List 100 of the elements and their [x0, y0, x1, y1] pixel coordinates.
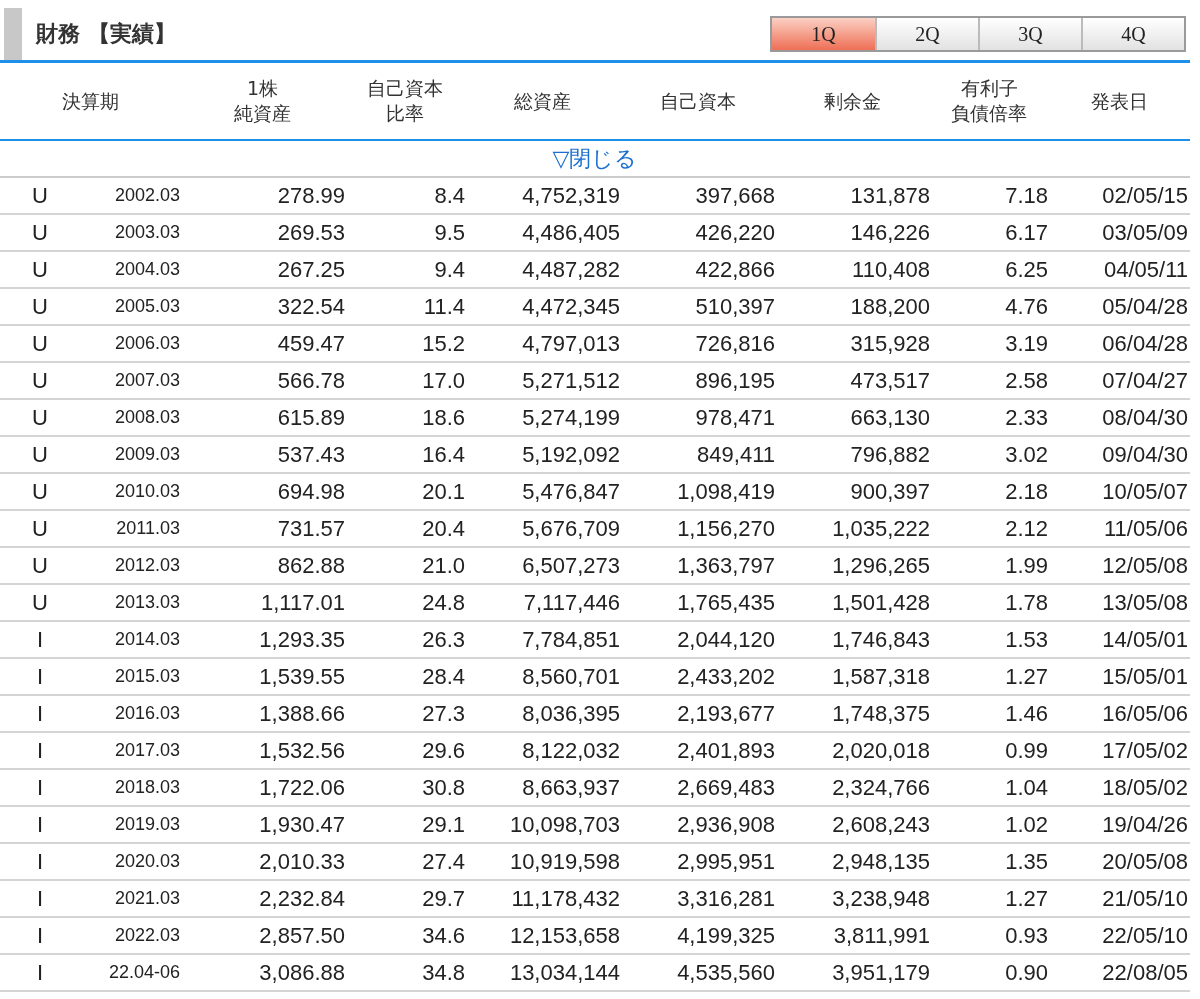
table-cell: 2010.03: [114, 481, 180, 502]
table-cell-text: 04/05/11: [1104, 256, 1189, 283]
table-cell: 26.3: [422, 626, 465, 653]
collapse-link[interactable]: ▽閉じる: [552, 143, 638, 174]
table-cell: 694.98: [277, 478, 345, 505]
table-cell-text: 09/04/30: [1102, 441, 1189, 468]
table-cell: 9.5: [434, 219, 465, 246]
column-header: 発表日: [1090, 88, 1148, 114]
table-cell: U: [32, 515, 48, 542]
table-cell: 473,517: [850, 367, 930, 394]
quarter-tab[interactable]: 4Q: [1081, 18, 1184, 50]
table-cell: 2016.03: [114, 703, 180, 724]
table-cell: 1.35: [1005, 848, 1048, 875]
table-cell: 29.7: [422, 885, 465, 912]
table-cell: 9.4: [434, 256, 465, 283]
table-cell: 1,532.56: [259, 737, 345, 764]
table-cell: 2003.03: [114, 222, 180, 243]
column-header: 1株 純資産: [234, 76, 291, 126]
quarter-tab[interactable]: 3Q: [978, 18, 1081, 50]
table-cell: U: [32, 589, 48, 616]
table-cell: 2,401,893: [677, 737, 775, 764]
table-cell: 1.53: [1005, 626, 1048, 653]
table-cell: 1,765,435: [677, 589, 775, 616]
table-cell: 4,752,319: [522, 182, 620, 209]
table-cell: I: [36, 663, 44, 690]
table-cell: 2,433,202: [677, 663, 775, 690]
table-cell: 315,928: [850, 330, 930, 357]
table-cell: U: [32, 552, 48, 579]
table-cell: 731.57: [277, 515, 345, 542]
table-cell: 1,156,270: [677, 515, 775, 542]
table-cell: 2,193,677: [677, 700, 775, 727]
table-cell: 1.27: [1005, 885, 1048, 912]
table-cell-text: 21/05/10: [1102, 885, 1189, 912]
table-cell-text: 18/05/02: [1102, 774, 1189, 801]
table-cell: 1,930.47: [259, 811, 345, 838]
table-cell: 131,878: [850, 182, 930, 209]
table-cell-text: 14/05/01: [1102, 626, 1189, 653]
table-cell-text: 16/05/06: [1102, 700, 1189, 727]
table-cell: I: [36, 737, 44, 764]
table-cell: 29.6: [422, 737, 465, 764]
table-cell: 2022.03: [114, 925, 180, 946]
table-cell: 34.8: [422, 959, 465, 986]
table-cell: 267.25: [277, 256, 345, 283]
table-cell: 20.1: [422, 478, 465, 505]
table-cell: 4,487,282: [522, 256, 620, 283]
table-cell-text: 11/05/06: [1104, 515, 1189, 542]
table-cell: 4,486,405: [522, 219, 620, 246]
table-cell-text: 17/05/02: [1102, 737, 1189, 764]
table-cell: 188,200: [850, 293, 930, 320]
table-cell: 2014.03: [114, 629, 180, 650]
table-cell: 2002.03: [114, 185, 180, 206]
column-header: 決算期: [61, 88, 119, 114]
table-cell: 1.27: [1005, 663, 1048, 690]
table-cell: 1.99: [1005, 552, 1048, 579]
quarter-tab[interactable]: 1Q: [772, 18, 875, 50]
table-cell: 3,238,948: [832, 885, 930, 912]
table-cell-text: 22/05/10: [1102, 922, 1189, 949]
table-cell: 978,471: [695, 404, 775, 431]
table-cell: 2,020,018: [832, 737, 930, 764]
table-cell: 3.19: [1005, 330, 1048, 357]
table-cell: 2004.03: [114, 259, 180, 280]
table-cell: 30.8: [422, 774, 465, 801]
quarter-tab[interactable]: 2Q: [875, 18, 978, 50]
table-cell: 849,411: [697, 441, 775, 468]
table-cell: 10,098,703: [509, 811, 620, 838]
table-cell: 7.18: [1005, 182, 1048, 209]
table-cell: 2020.03: [114, 851, 180, 872]
table-cell: 0.93: [1005, 922, 1048, 949]
table-cell: 5,676,709: [522, 515, 620, 542]
table-cell: 2013.03: [114, 592, 180, 613]
table-cell: 5,476,847: [522, 478, 620, 505]
table-cell: U: [32, 182, 48, 209]
table-cell: 2012.03: [114, 555, 180, 576]
table-cell: 3,086.88: [259, 959, 345, 986]
table-cell: 5,271,512: [522, 367, 620, 394]
table-cell: 2,044,120: [677, 626, 775, 653]
table-cell: 459.47: [277, 330, 345, 357]
table-cell: 2008.03: [114, 407, 180, 428]
table-cell-text: 12/05/08: [1102, 552, 1189, 579]
table-cell: 566.78: [277, 367, 345, 394]
table-cell-text: 19/04/26: [1102, 811, 1189, 838]
table-cell: U: [32, 330, 48, 357]
table-cell: 8,036,395: [522, 700, 620, 727]
table-cell: 18.6: [422, 404, 465, 431]
table-cell: 12,153,658: [509, 922, 620, 949]
table-cell: 1.46: [1005, 700, 1048, 727]
table-cell: 278.99: [277, 182, 345, 209]
table-cell: 4,797,013: [522, 330, 620, 357]
table-cell: 2,857.50: [259, 922, 345, 949]
table-cell: U: [32, 441, 48, 468]
column-header: 剰余金: [824, 88, 881, 114]
table-cell: 2.33: [1005, 404, 1048, 431]
table-cell: 1,501,428: [832, 589, 930, 616]
table-cell: I: [36, 885, 44, 912]
table-cell: U: [32, 478, 48, 505]
column-header: 自己資本: [659, 88, 736, 114]
table-cell: 27.3: [422, 700, 465, 727]
table-cell: 5,274,199: [522, 404, 620, 431]
table-cell: 1.78: [1005, 589, 1048, 616]
table-cell: 2,010.33: [259, 848, 345, 875]
